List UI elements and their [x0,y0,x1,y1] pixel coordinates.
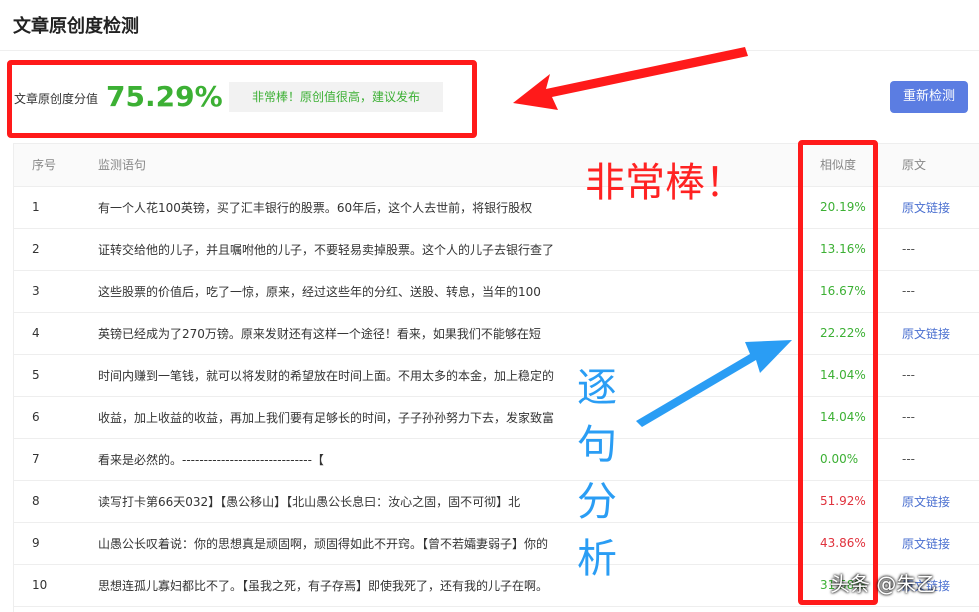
source-link[interactable]: 原文链接 [896,522,979,565]
watermark: 头条 @朱乙 [830,572,937,596]
source-link[interactable]: 原文链接 [896,480,979,523]
dialog-title: 文章原创度检测 [13,16,139,37]
source-none: --- [896,396,979,439]
source-none: --- [896,228,979,271]
source-none: --- [896,270,979,313]
row-index: 6 [14,396,84,439]
source-none: --- [896,438,979,481]
row-sentence: 看来是必然的。------------------------------【 [84,438,810,481]
analysis-char: 析 [577,536,617,582]
sentence-analysis-annotation: 逐 句 分 析 [572,360,622,588]
row-index: 8 [14,480,84,523]
originality-check-dialog: 文章原创度检测 文章原创度分值 75.29% 非常棒！原创值很高，建议发布 重新… [0,0,979,612]
row-index: 9 [14,522,84,565]
row-sentence: 山愚公长叹着说：你的思想真是顽固啊，顽固得如此不开窍。【曾不若孀妻弱子】你的 [84,522,810,565]
row-sentence: 证转交给他的儿子，并且嘱咐他的儿子，不要轻易卖掉股票。这个人的儿子去银行查了 [84,228,810,271]
highlight-box-similarity [798,140,878,605]
row-index: 1 [14,186,84,229]
column-header-source: 原文 [896,144,979,187]
analysis-char: 逐 [577,365,617,411]
row-index: 5 [14,354,84,397]
row-sentence: 思想连孤儿寡妇都比不了。【虽我之死，有子存焉】即使我死了，还有我的儿子在啊。 [84,564,810,607]
recheck-button[interactable]: 重新检测 [890,81,968,113]
row-sentence: 收益，加上收益的收益，再加上我们要有足够长的时间，子子孙孙努力下去，发家致富 [84,396,810,439]
row-sentence: 英镑已经成为了270万镑。原来发财还有这样一个途径！看来，如果我们不能够在短 [84,312,810,355]
analysis-char: 分 [577,479,617,525]
row-index: 7 [14,438,84,481]
row-index: 4 [14,312,84,355]
row-index: 2 [14,228,84,271]
row-index: 10 [14,564,84,607]
praise-annotation: 非常棒！ [585,160,745,206]
row-sentence: 这些股票的价值后，吃了一惊，原来，经过这些年的分红、送股、转息，当年的100 [84,270,810,313]
source-none: --- [896,354,979,397]
red-arrow [513,47,748,110]
highlight-box-score [7,60,477,138]
row-sentence: 读写打卡第66天032】【愚公移山】【北山愚公长息曰：汝心之固，固不可彻】北 [84,480,810,523]
source-link[interactable]: 原文链接 [896,186,979,229]
analysis-char: 句 [577,422,617,468]
dialog-header: 文章原创度检测 [0,0,979,51]
row-sentence: 时间内赚到一笔钱，就可以将发财的希望放在时间上面。不用太多的本金，加上稳定的 [84,354,810,397]
source-link[interactable]: 原文链接 [896,312,979,355]
column-header-index: 序号 [14,144,84,187]
row-index: 3 [14,270,84,313]
